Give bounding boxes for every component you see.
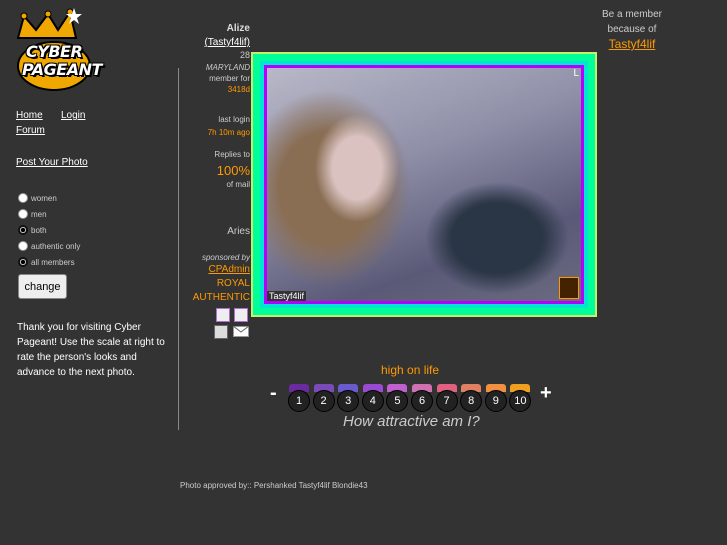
profile-document-icon[interactable] xyxy=(214,325,228,339)
login-link[interactable]: Login xyxy=(61,110,85,121)
rate-10-button[interactable]: 10 xyxy=(509,384,532,412)
member-username-link[interactable]: (Tastyf4lif) xyxy=(204,37,250,48)
rate-score-label: 10 xyxy=(509,390,532,412)
change-button[interactable]: change xyxy=(18,274,67,299)
photo-caption: Tastyf4lif xyxy=(267,291,307,301)
sponsor-info: sponsored by CPAdmin ROYAL AUTHENTIC xyxy=(180,252,250,305)
rate-score-label: 5 xyxy=(386,390,409,412)
last-login-label: last login xyxy=(218,115,250,124)
radio-men[interactable] xyxy=(18,209,28,219)
rate-score-label: 4 xyxy=(361,390,384,412)
minus-label: - xyxy=(270,382,277,404)
radio-authentic-only[interactable] xyxy=(18,241,28,251)
member-photo[interactable]: L Tastyf4lif xyxy=(267,68,581,301)
filter-all-members[interactable]: all members xyxy=(18,254,80,270)
photo-approved-by: Photo approved by:: Pershanked Tastyf4li… xyxy=(180,481,368,490)
verified-badge-icon[interactable] xyxy=(216,308,230,322)
replies-info: Replies to 100% of mail xyxy=(180,149,250,190)
filter-options: women men both authentic only all member… xyxy=(18,190,80,270)
photo-border: L Tastyf4lif xyxy=(264,65,584,304)
radio-women[interactable] xyxy=(18,193,28,203)
rating-question: How attractive am I? xyxy=(343,413,480,430)
zodiac-sign: Aries xyxy=(227,226,250,237)
be-a-member-line1: Be a member xyxy=(601,9,663,20)
rate-score-label: 3 xyxy=(337,390,360,412)
rate-8-button[interactable]: 8 xyxy=(460,384,483,412)
be-a-member-line2: because of xyxy=(607,24,657,35)
filter-authentic-only[interactable]: authentic only xyxy=(18,238,80,254)
photo-frame: L Tastyf4lif xyxy=(251,52,597,317)
vertical-divider xyxy=(178,68,179,430)
rate-score-label: 1 xyxy=(288,390,310,412)
be-a-member-box: Be a member because of Tastyf4lif xyxy=(597,7,667,52)
rate-5-button[interactable]: 5 xyxy=(386,384,409,412)
rate-score-label: 6 xyxy=(411,390,433,412)
post-your-photo-link[interactable]: Post Your Photo xyxy=(16,157,88,168)
rate-7-button[interactable]: 7 xyxy=(435,384,458,412)
cyber-pageant-logo[interactable]: CYBER PAGEANT xyxy=(14,8,102,92)
member-for-label: member for xyxy=(209,74,250,83)
photo-frame-inner: L Tastyf4lif xyxy=(260,61,588,308)
royal-label: ROYAL xyxy=(216,278,250,289)
rate-4-button[interactable]: 4 xyxy=(361,384,384,412)
cyber-pageant-watermark-icon xyxy=(559,277,579,299)
replies-label: Replies to xyxy=(214,150,250,159)
rate-9-button[interactable]: 9 xyxy=(484,384,507,412)
replies-value: 100% xyxy=(216,163,250,178)
member-location: MARYLAND xyxy=(205,63,250,72)
filter-women[interactable]: women xyxy=(18,190,80,206)
member-name: Alize xyxy=(226,23,250,34)
authentic-badge-icon[interactable] xyxy=(234,308,248,322)
logo-line-cyber: CYBER xyxy=(26,42,83,61)
authentic-label: AUTHENTIC xyxy=(192,292,250,303)
radio-both[interactable] xyxy=(18,225,28,235)
sponsor-link[interactable]: CPAdmin xyxy=(209,264,251,275)
home-link[interactable]: Home xyxy=(16,110,43,121)
member-age: 28 xyxy=(239,50,250,60)
last-login-info: last login 7h 10m ago xyxy=(180,114,250,138)
rate-score-label: 9 xyxy=(484,390,507,412)
forum-link[interactable]: Forum xyxy=(16,125,45,136)
member-for-value: 3418d xyxy=(227,85,250,94)
rate-2-button[interactable]: 2 xyxy=(312,384,335,412)
last-login-value: 7h 10m ago xyxy=(207,128,250,137)
replies-suffix: of mail xyxy=(226,180,250,189)
photo-corner-mark: L xyxy=(573,68,579,79)
rate-score-label: 7 xyxy=(435,390,458,412)
filter-both[interactable]: both xyxy=(18,222,80,238)
mail-envelope-icon[interactable] xyxy=(233,326,249,337)
sponsored-by-label: sponsored by xyxy=(201,253,250,262)
rate-3-button[interactable]: 3 xyxy=(337,384,360,412)
rate-score-label: 8 xyxy=(460,390,483,412)
member-info: Alize (Tastyf4lif) 28 MARYLAND member fo… xyxy=(180,22,250,95)
thank-you-message: Thank you for visiting Cyber Pageant! Us… xyxy=(17,322,165,378)
radio-all-members[interactable] xyxy=(18,257,28,267)
rate-score-label: 2 xyxy=(312,390,335,412)
plus-label: + xyxy=(540,382,552,404)
rating-headline: high on life xyxy=(381,363,440,377)
filter-men[interactable]: men xyxy=(18,206,80,222)
logo-line-pageant: PAGEANT xyxy=(22,60,102,79)
rate-6-button[interactable]: 6 xyxy=(411,384,433,412)
referrer-link[interactable]: Tastyf4lif xyxy=(609,37,656,51)
rate-1-button[interactable]: 1 xyxy=(288,384,310,412)
